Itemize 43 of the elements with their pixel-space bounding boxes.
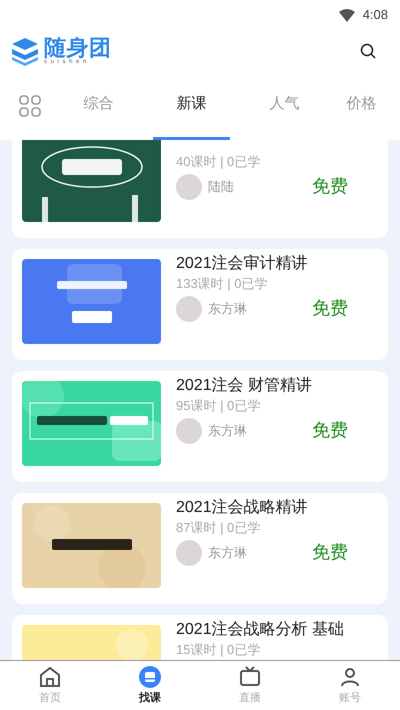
course-price: 免费 [312, 541, 348, 564]
tv-icon [238, 664, 262, 689]
teacher-avatar [176, 296, 202, 322]
nav-tab[interactable]: 找课 [100, 661, 200, 710]
home-icon [38, 664, 62, 689]
wifi-icon [338, 8, 355, 22]
teacher-avatar [176, 540, 202, 566]
course-card[interactable]: 40课时 | 0已学 陆陆 免费 [12, 140, 388, 238]
search-button[interactable] [360, 43, 376, 59]
logo-text: 随身团 [44, 37, 112, 59]
course-title: 2021注会 财管精讲 [176, 377, 312, 394]
course-title: 2021注会战略精讲 [176, 499, 308, 516]
course-title: 2021注会战略分析 基础 [176, 621, 344, 638]
teacher-name: 东方琳 [208, 422, 248, 440]
nav-tab[interactable]: 直播 [200, 661, 300, 710]
grid-icon[interactable] [19, 95, 41, 117]
course-price: 免费 [312, 175, 348, 198]
category-tab[interactable]: 综合 [60, 72, 137, 140]
course-title: 2021注会审计精讲 [176, 255, 308, 272]
course-card[interactable]: 2021注会审计精讲 133课时 | 0已学 东方琳 免费 [12, 249, 388, 360]
course-meta: 15课时 | 0已学 [176, 642, 262, 658]
nav-tab[interactable]: 首页 [0, 661, 100, 710]
search-icon [360, 43, 376, 59]
course-meta: 87课时 | 0已学 [176, 520, 262, 536]
status-time: 4:08 [362, 6, 388, 24]
course-meta: 40课时 | 0已学 [176, 154, 262, 170]
course-meta: 95课时 | 0已学 [176, 398, 262, 414]
course-price: 免费 [312, 297, 348, 320]
course-card[interactable]: 2021注会战略分析 基础 15课时 | 0已学 [12, 615, 388, 660]
teacher-name: 东方琳 [208, 544, 248, 562]
category-tab[interactable]: 人气 [246, 72, 323, 140]
nav-tab[interactable]: 账号 [300, 661, 400, 710]
category-tab[interactable]: 价格 [323, 72, 400, 140]
course-meta: 133课时 | 0已学 [176, 276, 269, 292]
teacher-name: 陆陆 [208, 178, 235, 196]
course-card[interactable]: 2021注会 财管精讲 95课时 | 0已学 东方琳 免费 [12, 371, 388, 482]
book-icon [138, 664, 162, 689]
teacher-avatar [176, 418, 202, 444]
course-price: 免费 [312, 419, 348, 442]
course-card[interactable]: 2021注会战略精讲 87课时 | 0已学 东方琳 免费 [12, 493, 388, 604]
teacher-name: 东方琳 [208, 300, 248, 318]
teacher-avatar [176, 174, 202, 200]
logo-icon [10, 36, 40, 66]
